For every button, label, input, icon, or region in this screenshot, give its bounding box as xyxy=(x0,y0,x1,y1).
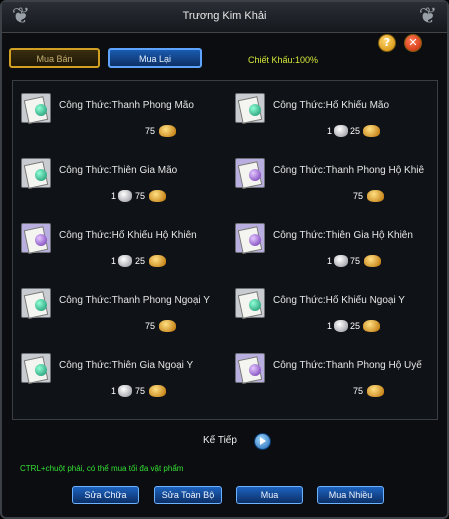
gold-ingot-icon xyxy=(149,190,166,202)
recipe-scroll-green-icon xyxy=(21,288,51,319)
gold-ingot-icon xyxy=(367,385,384,397)
title-bar[interactable]: ❦ Trương Kim Khải ❦ xyxy=(2,2,447,33)
recipe-scroll-green-icon xyxy=(21,158,51,189)
gold-ingot-icon xyxy=(149,255,166,267)
gold-price: 25 xyxy=(350,321,361,331)
shop-item[interactable]: Công Thức:Thiên Gia Ngoại Y 1 75 xyxy=(21,353,231,413)
silver-price: 1 xyxy=(327,321,333,331)
item-price: 75 xyxy=(133,320,193,334)
item-price: 1 25 xyxy=(327,125,407,139)
window-title: Trương Kim Khải xyxy=(182,10,267,22)
gold-price: 75 xyxy=(145,321,156,331)
repair-all-button[interactable]: Sửa Toàn Bộ xyxy=(154,486,222,504)
buy-many-button[interactable]: Mua Nhiều xyxy=(317,486,384,504)
gold-ingot-icon xyxy=(364,255,381,267)
item-price: 75 xyxy=(347,190,407,204)
item-price: 75 xyxy=(133,125,193,139)
item-name: Công Thức:Thiên Gia Hộ Khiên xyxy=(273,230,413,241)
shop-item[interactable]: Công Thức:Thanh Phong Hộ Khiê 75 xyxy=(235,158,445,218)
recipe-scroll-purple-icon xyxy=(21,223,51,254)
item-name: Công Thức:Thanh Phong Hộ Khiê xyxy=(273,165,425,176)
discount-label: Chiết Khấu:100% xyxy=(248,55,319,65)
gold-ingot-icon xyxy=(159,125,176,137)
next-page-label: Kế Tiếp xyxy=(203,435,237,446)
next-page-button[interactable] xyxy=(254,433,271,450)
close-button[interactable]: ✕ xyxy=(404,34,422,52)
gold-ingot-icon xyxy=(159,320,176,332)
item-grid: Công Thức:Thanh Phong Mão 75 Công Thức:H… xyxy=(12,80,438,420)
tab-buyback[interactable]: Mua Lại xyxy=(108,48,202,68)
item-price: 75 xyxy=(347,385,407,399)
buy-button[interactable]: Mua xyxy=(236,486,303,504)
dragon-ornament-right-icon: ❦ xyxy=(418,4,438,29)
help-button[interactable]: ? xyxy=(378,34,396,52)
recipe-scroll-purple-icon xyxy=(235,223,265,254)
silver-price: 1 xyxy=(111,386,117,396)
gold-price: 75 xyxy=(135,191,146,201)
silver-ingot-icon xyxy=(334,320,348,332)
gold-price: 25 xyxy=(350,126,361,136)
silver-price: 1 xyxy=(111,191,117,201)
shop-item[interactable]: Công Thức:Thiên Gia Mão 1 75 xyxy=(21,158,231,218)
item-price: 1 75 xyxy=(111,190,191,204)
silver-price: 1 xyxy=(327,126,333,136)
recipe-scroll-green-icon xyxy=(235,93,265,124)
silver-price: 1 xyxy=(111,256,117,266)
hint-text: CTRL+chuột phải, có thể mua tối đa vật p… xyxy=(20,464,184,473)
shop-item[interactable]: Công Thức:Thanh Phong Ngoại Y 75 xyxy=(21,288,231,348)
gold-price: 75 xyxy=(353,191,364,201)
shop-item[interactable]: Công Thức:Thanh Phong Mão 75 xyxy=(21,93,231,153)
shop-item[interactable]: Công Thức:Thiên Gia Hộ Khiên 1 75 xyxy=(235,223,445,283)
item-name: Công Thức:Thanh Phong Ngoại Y xyxy=(59,295,210,306)
shop-item[interactable]: Công Thức:Hổ Khiếu Mão 1 25 xyxy=(235,93,445,153)
recipe-scroll-purple-icon xyxy=(235,158,265,189)
recipe-scroll-green-icon xyxy=(21,93,51,124)
item-name: Công Thức:Thiên Gia Mão xyxy=(59,165,178,176)
gold-price: 75 xyxy=(353,386,364,396)
item-price: 1 75 xyxy=(327,255,407,269)
gold-price: 75 xyxy=(145,126,156,136)
silver-ingot-icon xyxy=(334,125,348,137)
silver-ingot-icon xyxy=(118,255,132,267)
gold-ingot-icon xyxy=(363,320,380,332)
recipe-scroll-green-icon xyxy=(21,353,51,384)
gold-price: 75 xyxy=(135,386,146,396)
item-price: 1 75 xyxy=(111,385,191,399)
shop-window: ❦ Trương Kim Khải ❦ ? ✕ Mua Bán Mua Lại … xyxy=(0,0,449,519)
recipe-scroll-purple-icon xyxy=(235,353,265,384)
item-price: 1 25 xyxy=(327,320,407,334)
silver-price: 1 xyxy=(327,256,333,266)
item-name: Công Thức:Hổ Khiếu Mão xyxy=(273,100,390,111)
shop-item[interactable]: Công Thức:Hổ Khiếu Hộ Khiên 1 25 xyxy=(21,223,231,283)
tab-buy-sell[interactable]: Mua Bán xyxy=(9,48,100,68)
shop-item[interactable]: Công Thức:Hổ Khiếu Ngoại Y 1 25 xyxy=(235,288,445,348)
silver-ingot-icon xyxy=(334,255,348,267)
item-name: Công Thức:Hổ Khiếu Ngoại Y xyxy=(273,295,405,306)
item-name: Công Thức:Thiên Gia Ngoại Y xyxy=(59,360,194,371)
silver-ingot-icon xyxy=(118,385,132,397)
item-name: Công Thức:Thanh Phong Hộ Uyể xyxy=(273,360,422,371)
repair-button[interactable]: Sửa Chữa xyxy=(72,486,139,504)
gold-price: 75 xyxy=(350,256,361,266)
recipe-scroll-green-icon xyxy=(235,288,265,319)
item-name: Công Thức:Hổ Khiếu Hộ Khiên xyxy=(59,230,197,241)
shop-item[interactable]: Công Thức:Thanh Phong Hộ Uyể 75 xyxy=(235,353,445,413)
item-name: Công Thức:Thanh Phong Mão xyxy=(59,100,194,111)
gold-price: 25 xyxy=(135,256,146,266)
gold-ingot-icon xyxy=(363,125,380,137)
silver-ingot-icon xyxy=(118,190,132,202)
gold-ingot-icon xyxy=(149,385,166,397)
item-price: 1 25 xyxy=(111,255,191,269)
gold-ingot-icon xyxy=(367,190,384,202)
